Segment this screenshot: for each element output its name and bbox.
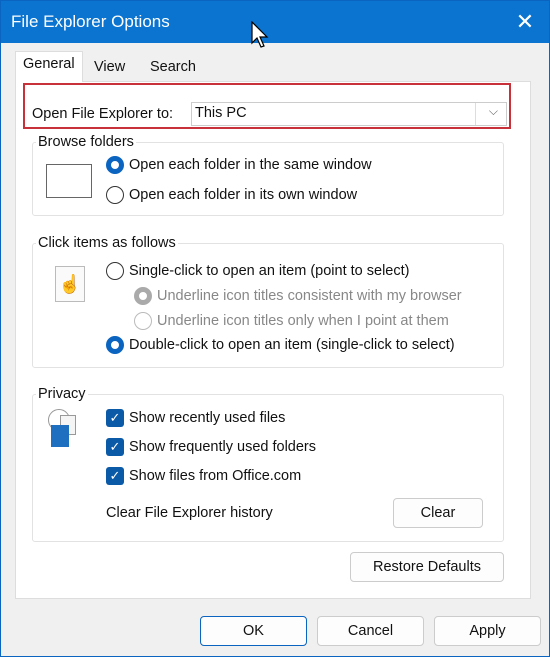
click-pointer-icon: ☝ <box>55 266 85 302</box>
radio-same-window[interactable] <box>106 156 124 174</box>
dialog-window: File Explorer Options ✕ General View Sea… <box>0 0 550 657</box>
radio-own-window[interactable] <box>106 186 124 204</box>
radio-double-click-label[interactable]: Double-click to open an item (single-cli… <box>129 337 455 353</box>
radio-single-click-label[interactable]: Single-click to open an item (point to s… <box>129 263 409 279</box>
checkbox-office-files[interactable]: ✓ <box>106 467 124 485</box>
radio-same-window-label[interactable]: Open each folder in the same window <box>129 157 372 173</box>
radio-double-click[interactable] <box>106 336 124 354</box>
radio-underline-browser-label[interactable]: Underline icon titles consistent with my… <box>157 288 462 304</box>
open-to-dropdown[interactable]: This PC ⌵ <box>191 102 507 126</box>
open-to-label: Open File Explorer to: <box>32 106 174 122</box>
tab-general[interactable]: General <box>15 51 83 82</box>
tab-search[interactable]: Search <box>143 55 203 81</box>
cancel-button[interactable]: Cancel <box>317 616 424 646</box>
window-icon <box>46 164 92 198</box>
checkbox-recent-files[interactable]: ✓ <box>106 409 124 427</box>
radio-single-click[interactable] <box>106 262 124 280</box>
chevron-down-icon[interactable]: ⌵ <box>489 104 498 119</box>
radio-underline-point[interactable] <box>134 312 152 330</box>
browse-folders-group <box>32 142 504 216</box>
ok-button[interactable]: OK <box>200 616 307 646</box>
checkbox-frequent-folders-label[interactable]: Show frequently used folders <box>129 439 316 455</box>
checkbox-recent-files-label[interactable]: Show recently used files <box>129 410 285 426</box>
checkbox-office-files-label[interactable]: Show files from Office.com <box>129 468 301 484</box>
browse-folders-title: Browse folders <box>36 134 136 150</box>
close-icon[interactable]: ✕ <box>509 7 541 37</box>
radio-underline-point-label[interactable]: Underline icon titles only when I point … <box>157 313 449 329</box>
click-items-title: Click items as follows <box>36 235 178 251</box>
window-title: File Explorer Options <box>11 12 170 31</box>
open-to-value: This PC <box>195 105 247 121</box>
privacy-title: Privacy <box>36 386 88 402</box>
clear-history-label: Clear File Explorer history <box>106 505 273 521</box>
restore-defaults-button[interactable]: Restore Defaults <box>350 552 504 582</box>
radio-own-window-label[interactable]: Open each folder in its own window <box>129 187 357 203</box>
title-bar: File Explorer Options ✕ <box>1 1 549 43</box>
privacy-icon <box>48 409 78 449</box>
apply-button[interactable]: Apply <box>434 616 541 646</box>
clear-button[interactable]: Clear <box>393 498 483 528</box>
checkbox-frequent-folders[interactable]: ✓ <box>106 438 124 456</box>
tab-view[interactable]: View <box>87 55 132 81</box>
radio-underline-browser[interactable] <box>134 287 152 305</box>
mouse-cursor-icon <box>251 21 269 48</box>
